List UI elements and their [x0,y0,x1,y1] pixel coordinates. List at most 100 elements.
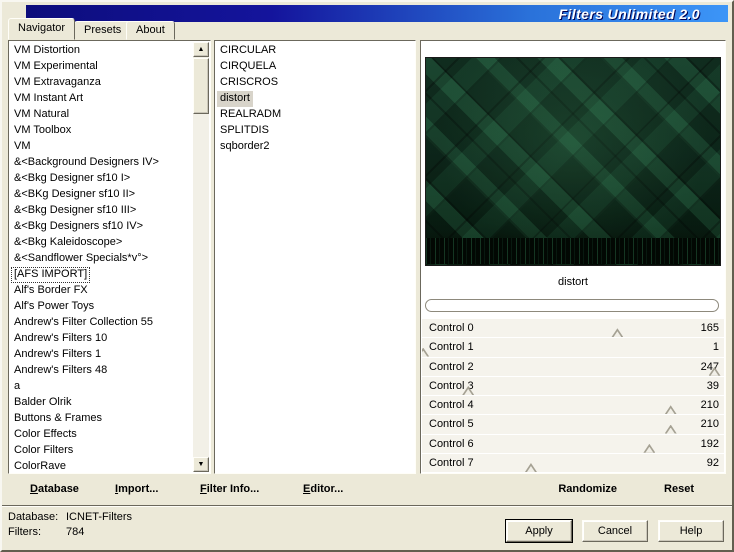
category-item[interactable]: VM Experimental [11,59,101,75]
category-item[interactable]: VM Instant Art [11,91,86,107]
slider-thumb-icon[interactable] [643,443,656,453]
filter-item[interactable]: sqborder2 [217,139,273,155]
filter-item[interactable]: REALRADM [217,107,284,123]
category-item[interactable]: Andrew's Filters 48 [11,363,110,379]
import-button-label: mport... [118,483,159,495]
filter-info-button-accel: F [200,483,207,495]
category-item[interactable]: a [11,379,23,395]
status-database-label: Database: [8,511,59,523]
category-item[interactable]: Alf's Border FX [11,283,91,299]
category-item[interactable]: Balder Olrik [11,395,74,411]
control-slider-row[interactable]: Control 2 247 [422,357,724,377]
slider-thumb-icon[interactable] [664,424,677,434]
filter-item[interactable]: CRISCROS [217,75,281,91]
category-listbox: VM Distortion VM Experimental VM Extravaga… [8,40,211,474]
slider-thumb-icon[interactable] [611,328,624,338]
category-item[interactable]: VM Natural [11,107,72,123]
status-filters-value: 784 [66,526,85,538]
category-item[interactable]: &<Bkg Kaleidoscope> [11,235,125,251]
category-item[interactable]: &<Bkg Designer sf10 III> [11,203,139,219]
selected-filter-label: distort [558,276,588,288]
category-item[interactable]: &<Sandflower Specials*v°> [11,251,151,267]
control-slider-row[interactable]: Control 6 192 [422,434,724,454]
category-item[interactable]: Alf's Power Toys [11,299,97,315]
database-button[interactable]: Database [30,483,79,499]
control-label: Control 6 [429,437,474,450]
category-item[interactable]: Andrew's Filters 10 [11,331,110,347]
database-button-accel: D [30,483,38,495]
filter-item[interactable]: CIRQUELA [217,59,279,75]
preview-panel: distort Control 0 165 Control 1 1 Contro… [420,40,726,474]
database-button-label: atabase [37,483,79,495]
controls-list: Control 0 165 Control 1 1 Control 2 247 … [422,319,724,472]
progress-bar [425,299,719,312]
category-item[interactable]: ColorRave [11,459,69,471]
separator-line [2,505,732,507]
category-item[interactable]: VM Toolbox [11,123,74,139]
control-slider-row[interactable]: Control 7 92 [422,453,724,472]
category-item[interactable]: [AFS IMPORT] [11,267,91,283]
category-item[interactable]: &<Bkg Designer sf10 I> [11,171,133,187]
filter-info-button-label: ilter Info... [206,483,260,495]
editor-button-label: ditor... [310,483,344,495]
category-item[interactable]: Color Effects [11,427,80,443]
apply-button[interactable]: Apply [506,520,572,542]
filter-listbox: CIRCULAR CIRQUELA CRISCROS distort REALRADM S… [214,40,416,474]
category-item[interactable]: VM Distortion [11,43,83,59]
category-item[interactable]: Color Filters [11,443,76,459]
scroll-up-icon[interactable]: ▲ [193,42,209,57]
category-scrollbar[interactable]: ▲ ▼ [193,42,209,472]
randomize-button[interactable]: Randomize [558,483,617,499]
control-label: Control 7 [429,456,474,469]
category-item[interactable]: Andrew's Filter Collection 55 [11,315,156,331]
control-value: 1 [712,341,719,354]
filter-info-button[interactable]: Filter Info... [200,483,259,499]
slider-thumb-icon[interactable] [524,463,537,472]
control-label: Control 2 [429,360,474,373]
scroll-down-icon[interactable]: ▼ [193,457,209,472]
window-title: Filters Unlimited 2.0 [558,5,700,22]
category-item[interactable]: &<BKg Designer sf10 II> [11,187,138,203]
control-slider-row[interactable]: Control 1 1 [422,338,724,358]
control-label: Control 5 [429,418,474,431]
filter-item[interactable]: CIRCULAR [217,43,279,59]
control-slider-row[interactable]: Control 0 165 [422,319,724,339]
category-item[interactable]: Buttons & Frames [11,411,105,427]
category-list[interactable]: VM Distortion VM Experimental VM Extravaga… [11,43,192,471]
preview-bottom-band [426,238,720,264]
filters-unlimited-dialog: Filters Unlimited 2.0 Navigator Presets … [0,0,734,552]
category-item[interactable]: &<Bkg Designers sf10 IV> [11,219,146,235]
tab-presets[interactable]: Presets [74,21,132,40]
scrollbar-thumb[interactable] [193,58,209,114]
status-filters-label: Filters: [8,526,41,538]
import-button[interactable]: Import... [115,483,158,499]
control-slider-row[interactable]: Control 5 210 [422,415,724,435]
slider-thumb-icon[interactable] [664,405,677,415]
control-label: Control 4 [429,399,474,411]
category-item[interactable]: VM Extravaganza [11,75,104,91]
control-value: 165 [700,322,719,334]
tab-navigator[interactable]: Navigator [8,18,76,40]
control-slider-row[interactable]: Control 4 210 [422,396,724,416]
filter-list[interactable]: CIRCULAR CIRQUELA CRISCROS distort REALRADM S… [217,43,413,471]
editor-button[interactable]: Editor... [303,483,343,499]
control-value: 210 [700,418,719,431]
reset-button[interactable]: Reset [664,483,694,499]
filter-item[interactable]: distort [217,91,253,107]
control-value: 92 [706,456,719,469]
help-button[interactable]: Help [658,520,724,542]
control-value: 210 [700,399,719,411]
category-item[interactable]: VM [11,139,34,155]
category-item[interactable]: &<Background Designers IV> [11,155,162,171]
control-value: 39 [706,379,719,392]
control-label: Control 0 [429,322,474,334]
title-banner: Filters Unlimited 2.0 [26,5,728,22]
cancel-button[interactable]: Cancel [582,520,648,542]
control-label: Control 1 [429,341,474,354]
control-slider-row[interactable]: Control 3 39 [422,376,724,396]
filter-item[interactable]: SPLITDIS [217,123,272,139]
preview-image [425,57,721,266]
tab-about[interactable]: About [126,21,175,40]
status-database-value: ICNET-Filters [66,511,132,523]
category-item[interactable]: Andrew's Filters 1 [11,347,104,363]
